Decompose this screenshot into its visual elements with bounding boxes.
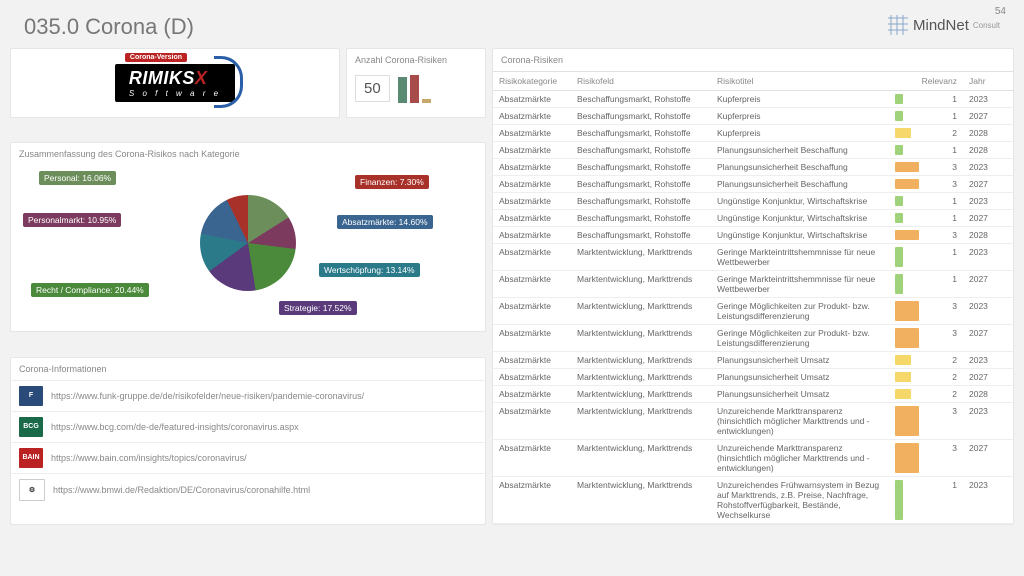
table-row[interactable]: AbsatzmärkteMarktentwicklung, Markttrend…: [493, 386, 1013, 403]
brand-sub: Consult: [973, 21, 1000, 30]
table-title: Corona-Risiken: [493, 49, 1013, 71]
link-logo-icon: BAIN: [19, 448, 43, 468]
pie-card: Zusammenfassung des Corona-Risikos nach …: [10, 142, 486, 332]
table-row[interactable]: AbsatzmärkteBeschaffungsmarkt, Rohstoffe…: [493, 108, 1013, 125]
pie-label-recht-compliance: Recht / Compliance: 20.44%: [31, 283, 149, 297]
logo-card: Corona-Version RIMIKSX S o f t w a r e: [10, 48, 340, 118]
kpi-sparkbars: [398, 73, 431, 103]
link-url: https://www.funk-gruppe.de/de/risikofeld…: [51, 391, 364, 401]
table-row[interactable]: AbsatzmärkteMarktentwicklung, Markttrend…: [493, 244, 1013, 271]
link-logo-icon: F: [19, 386, 43, 406]
logo-software-text: S o f t w a r e: [129, 89, 221, 98]
col-header[interactable]: Risikofeld: [571, 72, 711, 91]
table-row[interactable]: AbsatzmärkteBeschaffungsmarkt, Rohstoffe…: [493, 142, 1013, 159]
page-number: 54: [995, 6, 1006, 17]
link-url: https://www.bcg.com/de-de/featured-insig…: [51, 422, 299, 432]
table-row[interactable]: AbsatzmärkteBeschaffungsmarkt, Rohstoffe…: [493, 91, 1013, 108]
col-header[interactable]: Risikotitel: [711, 72, 891, 91]
col-header[interactable]: Risikokategorie: [493, 72, 571, 91]
swoosh-icon: [214, 56, 243, 108]
table-row[interactable]: AbsatzmärkteBeschaffungsmarkt, Rohstoffe…: [493, 159, 1013, 176]
table-row[interactable]: AbsatzmärkteMarktentwicklung, Markttrend…: [493, 369, 1013, 386]
kpi-card: Anzahl Corona-Risiken 50: [346, 48, 486, 118]
link-url: https://www.bain.com/insights/topics/cor…: [51, 453, 247, 463]
pie-label-absatzm-rkte: Absatzmärkte: 14.60%: [337, 215, 433, 229]
link-row[interactable]: Fhttps://www.funk-gruppe.de/de/risikofel…: [11, 381, 485, 412]
table-row[interactable]: AbsatzmärkteMarktentwicklung, Markttrend…: [493, 440, 1013, 477]
pie-label-personalmarkt: Personalmarkt: 10.95%: [23, 213, 121, 227]
table-row[interactable]: AbsatzmärkteMarktentwicklung, Markttrend…: [493, 271, 1013, 298]
table-row[interactable]: AbsatzmärkteMarktentwicklung, Markttrend…: [493, 403, 1013, 440]
pie-label-personal: Personal: 16.06%: [39, 171, 116, 185]
link-logo-icon: BCG: [19, 417, 43, 437]
pie-title: Zusammenfassung des Corona-Risikos nach …: [19, 149, 477, 159]
header: 035.0 Corona (D) MindNet Consult: [0, 0, 1024, 48]
table-row[interactable]: AbsatzmärkteMarktentwicklung, Markttrend…: [493, 298, 1013, 325]
pie-graphic: [200, 195, 296, 291]
table-row[interactable]: AbsatzmärkteMarktentwicklung, Markttrend…: [493, 477, 1013, 524]
rimiks-logo: Corona-Version RIMIKSX S o f t w a r e: [115, 64, 235, 102]
table-row[interactable]: AbsatzmärkteMarktentwicklung, Markttrend…: [493, 352, 1013, 369]
link-row[interactable]: BAIN https://www.bain.com/insights/topics…: [11, 443, 485, 474]
pie-label-wertsch-pfung: Wertschöpfung: 13.14%: [319, 263, 420, 277]
brand: MindNet Consult: [887, 14, 1000, 36]
table-header-row: RisikokategorieRisikofeldRisikotitelRele…: [493, 72, 1013, 91]
risks-table: RisikokategorieRisikofeldRisikotitelRele…: [493, 71, 1013, 524]
link-row[interactable]: BCG https://www.bcg.com/de-de/featured-in…: [11, 412, 485, 443]
table-row[interactable]: AbsatzmärkteBeschaffungsmarkt, Rohstoffe…: [493, 176, 1013, 193]
pie-label-finanzen: Finanzen: 7.30%: [355, 175, 429, 189]
table-row[interactable]: AbsatzmärkteBeschaffungsmarkt, Rohstoffe…: [493, 210, 1013, 227]
col-header[interactable]: Jahr: [963, 72, 1013, 91]
logo-tag: Corona-Version: [125, 53, 187, 62]
pie-label-strategie: Strategie: 17.52%: [279, 301, 357, 315]
kpi-value: 50: [355, 75, 390, 102]
table-row[interactable]: AbsatzmärkteBeschaffungsmarkt, Rohstoffe…: [493, 193, 1013, 210]
table-row[interactable]: AbsatzmärkteBeschaffungsmarkt, Rohstoffe…: [493, 125, 1013, 142]
col-header[interactable]: Relevanz: [891, 72, 963, 91]
links-card: Corona-Informationen Fhttps://www.funk-g…: [10, 357, 486, 525]
brand-grid-icon: [887, 14, 909, 36]
link-url: https://www.bmwi.de/Redaktion/DE/Coronav…: [53, 485, 310, 495]
page-title: 035.0 Corona (D): [24, 14, 194, 40]
table-row[interactable]: AbsatzmärkteBeschaffungsmarkt, Rohstoffe…: [493, 227, 1013, 244]
kpi-title: Anzahl Corona-Risiken: [355, 55, 477, 65]
link-logo-icon: ⚙: [19, 479, 45, 501]
links-title: Corona-Informationen: [11, 358, 485, 381]
table-row[interactable]: AbsatzmärkteMarktentwicklung, Markttrend…: [493, 325, 1013, 352]
table-card: Corona-Risiken RisikokategorieRisikofeld…: [492, 48, 1014, 525]
pie-chart: Personal: 16.06% Personalmarkt: 10.95% Rec…: [19, 163, 477, 323]
brand-name: MindNet: [913, 17, 969, 34]
link-row[interactable]: ⚙ https://www.bmwi.de/Redaktion/DE/Corona…: [11, 474, 485, 506]
